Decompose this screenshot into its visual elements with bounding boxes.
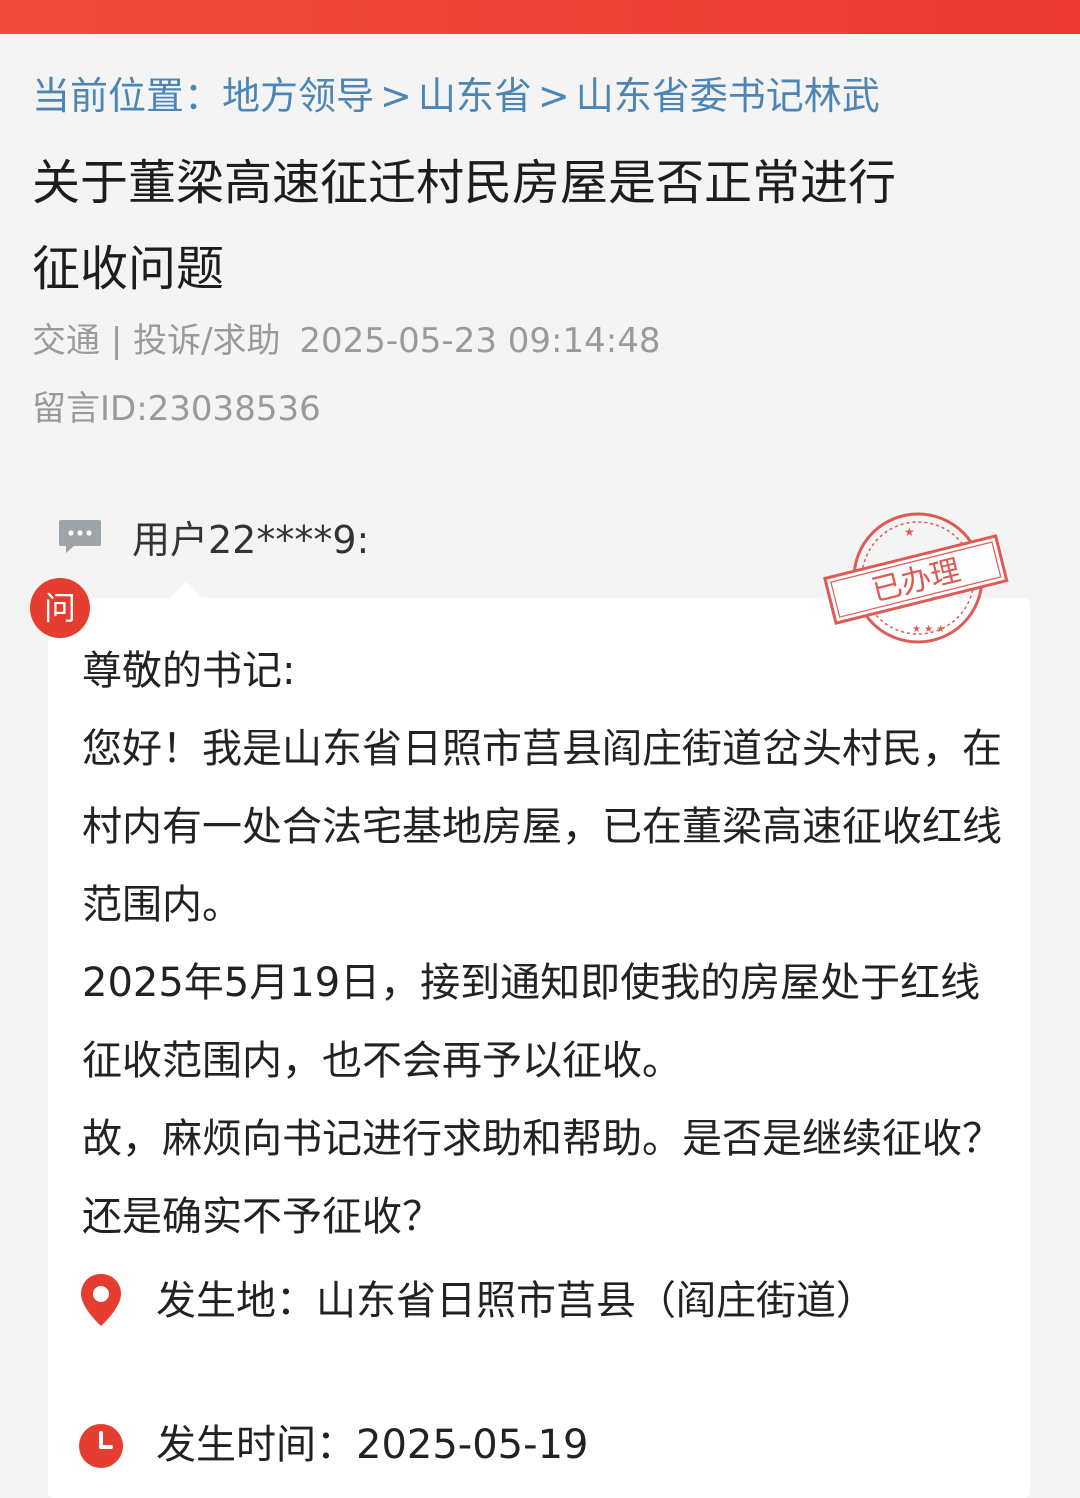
question-paragraph: 您好！我是山东省日照市莒县阎庄街道岔头村民，在村内有一处合法宅基地房屋，已在董梁… — [82, 726, 1002, 928]
time-value: 2025-05-19 — [356, 1422, 589, 1468]
breadcrumb-separator: > — [537, 74, 570, 118]
breadcrumb-separator: > — [380, 74, 412, 118]
breadcrumb-item-local-leaders[interactable]: 地方领导 — [222, 74, 374, 118]
location-row: 发生地： 山东省日照市莒县（阎庄街道） — [78, 1272, 958, 1330]
breadcrumb-prefix: 当前位置： — [32, 74, 223, 118]
post-type: 投诉/求助 — [133, 321, 281, 361]
meta-divider: | — [110, 321, 123, 361]
breadcrumb-item-secretary[interactable]: 山东省委书记林武 — [576, 74, 880, 118]
processed-stamp: ★ ★ ★ ★ 已办理 — [820, 508, 1010, 648]
map-pin-icon — [78, 1272, 124, 1328]
question-paragraph: 故，麻烦向书记进行求助和帮助。是否是继续征收？还是确实不予征收？ — [82, 1116, 1002, 1240]
card-pointer — [170, 582, 202, 598]
top-status-bar — [0, 0, 1080, 34]
question-paragraph: 2025年5月19日，接到通知即使我的房屋处于红线征收范围内，也不会再予以征收。 — [82, 960, 981, 1084]
breadcrumb: 当前位置：地方领导 > 山东省 > 山东省委书记林武 — [32, 70, 880, 122]
time-label: 发生时间： — [156, 1422, 356, 1468]
time-row: 发生时间： 2025-05-19 — [78, 1416, 588, 1474]
post-datetime: 2025-05-23 09:14:48 — [299, 321, 661, 361]
page-title: 关于董梁高速征迁村民房屋是否正常进行征收问题 — [32, 155, 897, 297]
chat-bubble-icon — [58, 518, 102, 554]
location-value: 山东省日照市莒县（阎庄街道） — [316, 1278, 876, 1324]
question-badge: 问 — [30, 578, 90, 638]
question-paragraph: 尊敬的书记: — [82, 648, 296, 694]
svg-text:★: ★ — [904, 525, 915, 539]
clock-icon — [78, 1416, 124, 1472]
post-category: 交通 — [32, 321, 100, 361]
location-label: 发生地： — [156, 1278, 316, 1324]
author-name: 用户22****9: — [132, 517, 370, 562]
question-body: 尊敬的书记: 您好！我是山东省日照市莒县阎庄街道岔头村民，在村内有一处合法宅基地… — [82, 632, 1002, 1256]
author-row: 用户22****9: — [58, 508, 369, 564]
post-meta: 交通 | 投诉/求助 2025-05-23 09:14:48 — [32, 315, 660, 367]
breadcrumb-item-shandong[interactable]: 山东省 — [418, 74, 532, 118]
message-id: 留言ID:23038536 — [32, 389, 321, 429]
